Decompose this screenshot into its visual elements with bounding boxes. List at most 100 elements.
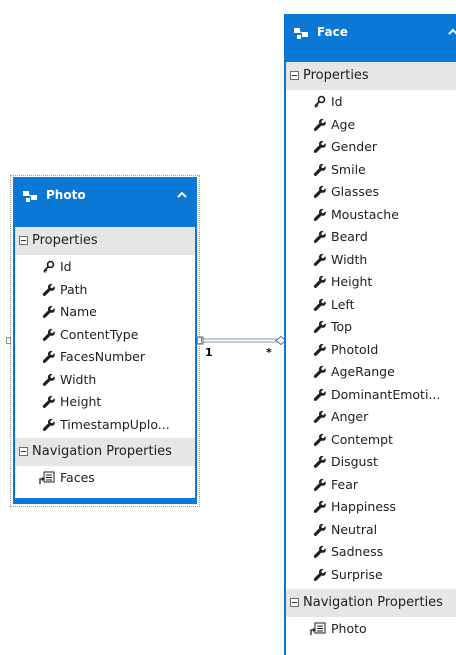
photo-resize-handle-left[interactable] (6, 337, 11, 344)
property-row[interactable]: ContentType (15, 324, 195, 347)
wrench-property-icon (313, 320, 327, 334)
wrench-property-icon (42, 283, 56, 297)
photo-properties-section-header[interactable]: Properties (15, 227, 195, 255)
wrench-property-icon (313, 523, 327, 537)
face-properties-section-header[interactable]: Properties (286, 62, 456, 90)
property-label: Sadness (331, 544, 384, 559)
property-row[interactable]: Sadness (286, 541, 456, 564)
property-row[interactable]: Beard (286, 226, 456, 249)
wrench-property-icon (42, 350, 56, 364)
photo-entity-title: Photo (46, 188, 86, 202)
wrench-property-icon (313, 185, 327, 199)
photo-navigation-section-header[interactable]: Navigation Properties (15, 438, 195, 466)
face-entity-header[interactable]: Face (284, 14, 456, 60)
property-label: Glasses (331, 184, 380, 199)
photo-entity-body: Properties Id Path Name ContentType FacesNum… (15, 227, 195, 498)
entity-type-icon (294, 28, 308, 39)
property-row[interactable]: FacesNumber (15, 346, 195, 369)
wrench-property-icon (42, 418, 56, 432)
wrench-property-icon (313, 568, 327, 582)
property-row[interactable]: Smile (286, 159, 456, 182)
property-row[interactable]: Surprise (286, 564, 456, 587)
navigation-property-label: Photo (331, 621, 367, 636)
minus-box-icon[interactable] (290, 71, 299, 80)
property-label: Gender (331, 139, 378, 154)
photo-resize-handle-right[interactable] (197, 337, 202, 344)
property-row[interactable]: DominantEmoti... (286, 384, 456, 407)
wrench-property-icon (313, 118, 327, 132)
property-label: Smile (331, 161, 366, 177)
property-row[interactable]: Neutral (286, 519, 456, 542)
minus-box-icon[interactable] (19, 236, 28, 245)
property-row[interactable]: Anger (286, 406, 456, 429)
photo-entity-header[interactable]: Photo (13, 177, 197, 223)
property-row[interactable]: Gender (286, 136, 456, 159)
property-row[interactable]: Left (286, 294, 456, 317)
edmx-designer-canvas[interactable]: 1 * Photo Properties Id Path Name ContentTy… (0, 0, 456, 655)
property-row[interactable]: Width (286, 249, 456, 272)
property-label: PhotoId (331, 341, 379, 357)
face-navigation-section-header[interactable]: Navigation Properties (286, 589, 456, 617)
wrench-property-icon (313, 253, 327, 267)
association-end-face-multiplicity: * (266, 346, 272, 359)
property-label: Id (60, 259, 72, 274)
property-row[interactable]: PhotoId (286, 339, 456, 362)
minus-box-icon[interactable] (290, 598, 299, 607)
property-label: Height (331, 274, 373, 289)
wrench-property-icon (313, 478, 327, 492)
property-label: AgeRange (331, 364, 395, 379)
property-row[interactable]: Contempt (286, 429, 456, 452)
property-label: Moustache (331, 206, 399, 222)
property-label: Contempt (331, 431, 393, 447)
property-row[interactable]: Fear (286, 474, 456, 497)
entity-type-icon (23, 191, 37, 202)
photo-entity[interactable]: Photo Properties Id Path Name ContentType Fa… (13, 177, 197, 504)
property-label: Name (60, 304, 97, 319)
property-label: Path (60, 281, 88, 297)
property-row[interactable]: Width (15, 369, 195, 392)
property-label: Disgust (331, 454, 378, 469)
property-row[interactable]: Moustache (286, 204, 456, 227)
wrench-property-icon (313, 410, 327, 424)
property-row[interactable]: Height (15, 391, 195, 414)
wrench-property-icon (313, 343, 327, 357)
property-row[interactable]: Height (286, 271, 456, 294)
property-row[interactable]: Glasses (286, 181, 456, 204)
property-label: Width (331, 251, 368, 267)
property-row[interactable]: Id (286, 91, 456, 114)
face-entity[interactable]: Face Properties Id Age Gender Smile Glasses M… (284, 14, 456, 655)
property-label: Width (60, 371, 97, 387)
section-label: Navigation Properties (303, 595, 443, 610)
wrench-property-icon (42, 328, 56, 342)
property-row[interactable]: Age (286, 114, 456, 137)
wrench-property-icon (313, 455, 327, 469)
property-label: Beard (331, 229, 368, 244)
photo-properties-list: Id Path Name ContentType FacesNumber Width Hei… (15, 255, 195, 436)
minus-box-icon[interactable] (19, 447, 28, 456)
property-label: Neutral (331, 521, 378, 537)
property-row[interactable]: Id (15, 256, 195, 279)
wrench-property-icon (313, 433, 327, 447)
key-property-icon (42, 260, 56, 274)
navigation-property-row[interactable]: Faces (15, 466, 195, 490)
property-label: ContentType (60, 326, 139, 342)
property-row[interactable]: Path (15, 279, 195, 302)
chevron-up-icon[interactable] (448, 28, 456, 36)
property-row[interactable]: Disgust (286, 451, 456, 474)
navigation-property-icon (310, 622, 326, 636)
property-row[interactable]: Top (286, 316, 456, 339)
property-label: Top (331, 319, 353, 334)
property-row[interactable]: Name (15, 301, 195, 324)
chevron-up-icon[interactable] (177, 191, 187, 199)
property-row[interactable]: TimestampUplo... (15, 414, 195, 437)
property-row[interactable]: Happiness (286, 496, 456, 519)
face-properties-list: Id Age Gender Smile Glasses Moustache Beard Wid… (286, 90, 456, 586)
property-row[interactable]: AgeRange (286, 361, 456, 384)
navigation-property-row[interactable]: Photo (286, 617, 456, 641)
property-label: Happiness (331, 499, 397, 514)
photo-navigation-list: Faces (15, 466, 195, 490)
wrench-property-icon (313, 230, 327, 244)
property-label: Id (331, 94, 343, 109)
property-label: DominantEmoti... (331, 386, 441, 402)
navigation-property-label: Faces (60, 470, 95, 485)
